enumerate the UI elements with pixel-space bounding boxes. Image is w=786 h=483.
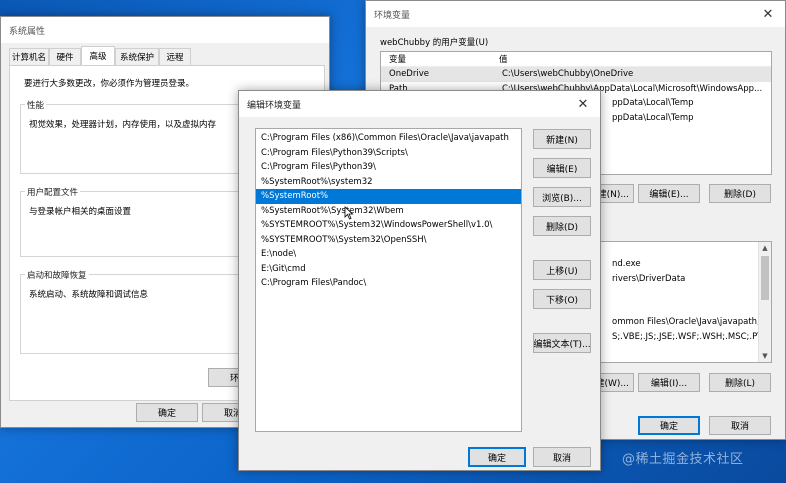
edit-button[interactable]: 编辑(E) xyxy=(533,158,591,178)
system-delete-button[interactable]: 删除(L) xyxy=(709,373,771,392)
system-properties-titlebar: 系统属性 xyxy=(1,17,329,43)
path-entry[interactable]: C:\Program Files\Python39\Scripts\ xyxy=(256,146,521,161)
path-entry[interactable]: %SystemRoot%\System32\Wbem xyxy=(256,204,521,219)
sys-props-ok-button[interactable]: 确定 xyxy=(136,403,198,422)
scroll-up-icon[interactable]: ▲ xyxy=(759,242,771,254)
close-icon[interactable]: ✕ xyxy=(566,91,600,117)
system-edit-button[interactable]: 编辑(I)... xyxy=(638,373,700,392)
startup-desc: 系统启动、系统故障和调试信息 xyxy=(29,290,149,300)
column-header-variable[interactable]: 变量 xyxy=(381,53,499,65)
tab-computer-name[interactable]: 计算机名 xyxy=(9,48,49,65)
tab-system-protection[interactable]: 系统保护 xyxy=(115,48,159,65)
user-vars-label: webChubby 的用户变量(U) xyxy=(380,38,489,48)
tab-advanced[interactable]: 高级 xyxy=(81,46,115,65)
profiles-desc: 与登录帐户相关的桌面设置 xyxy=(29,207,132,217)
scroll-down-icon[interactable]: ▼ xyxy=(759,350,771,362)
edit-text-button[interactable]: 编辑文本(T)... xyxy=(533,333,591,353)
path-entry[interactable]: C:\Program Files\Python39\ xyxy=(256,160,521,175)
path-entry-selected[interactable]: %SystemRoot% xyxy=(256,189,521,204)
environment-variables-title: 环境变量 xyxy=(374,10,411,21)
mouse-cursor-icon xyxy=(344,206,354,220)
user-var-row[interactable]: OneDrive C:\Users\webChubby\OneDrive xyxy=(381,67,771,82)
tab-hardware[interactable]: 硬件 xyxy=(49,48,81,65)
edit-env-ok-button[interactable]: 确定 xyxy=(468,447,526,467)
profiles-group-title: 用户配置文件 xyxy=(25,186,81,198)
system-vars-scrollbar[interactable]: ▲ ▼ xyxy=(758,242,771,362)
new-button[interactable]: 新建(N) xyxy=(533,129,591,149)
move-up-button[interactable]: 上移(U) xyxy=(533,260,591,280)
path-entry[interactable]: %SYSTEMROOT%\System32\OpenSSH\ xyxy=(256,233,521,248)
env-vars-ok-button[interactable]: 确定 xyxy=(638,416,700,435)
path-entry[interactable]: %SystemRoot%\system32 xyxy=(256,175,521,190)
user-delete-button[interactable]: 删除(D) xyxy=(709,184,771,203)
path-entry[interactable]: C:\Program Files\Pandoc\ xyxy=(256,276,521,291)
tab-remote[interactable]: 远程 xyxy=(159,48,191,65)
scroll-thumb[interactable] xyxy=(761,256,769,300)
edit-env-titlebar: 编辑环境变量 ✕ xyxy=(239,91,600,117)
user-vars-header: 变量 值 xyxy=(381,52,771,67)
system-properties-title: 系统属性 xyxy=(9,26,46,37)
admin-note: 要进行大多数更改，你必须作为管理员登录。 xyxy=(24,79,195,89)
startup-group-title: 启动和故障恢复 xyxy=(25,269,89,281)
path-entry[interactable]: C:\Program Files (x86)\Common Files\Orac… xyxy=(256,131,521,146)
edit-env-title: 编辑环境变量 xyxy=(247,100,302,111)
user-var-value: C:\Users\webChubby\OneDrive xyxy=(502,69,634,80)
performance-group-title: 性能 xyxy=(25,99,47,111)
user-edit-button[interactable]: 编辑(E)... xyxy=(638,184,700,203)
tab-strip: 计算机名 硬件 高级 系统保护 远程 xyxy=(9,46,325,65)
move-down-button[interactable]: 下移(O) xyxy=(533,289,591,309)
path-entry[interactable]: %SYSTEMROOT%\System32\WindowsPowerShell\… xyxy=(256,218,521,233)
edit-environment-variable-dialog: 编辑环境变量 ✕ C:\Program Files (x86)\Common F… xyxy=(238,90,601,471)
path-entries-list[interactable]: C:\Program Files (x86)\Common Files\Orac… xyxy=(255,128,522,432)
env-vars-cancel-button[interactable]: 取消 xyxy=(709,416,771,435)
edit-env-cancel-button[interactable]: 取消 xyxy=(533,447,591,467)
column-header-value[interactable]: 值 xyxy=(499,53,508,65)
watermark: @稀土掘金技术社区 xyxy=(622,452,744,467)
path-entry[interactable]: E:\node\ xyxy=(256,247,521,262)
path-entry[interactable]: E:\Git\cmd xyxy=(256,262,521,277)
close-icon[interactable]: ✕ xyxy=(751,1,785,27)
performance-desc: 视觉效果，处理器计划，内存使用，以及虚拟内存 xyxy=(29,120,217,130)
browse-button[interactable]: 浏览(B)... xyxy=(533,187,591,207)
environment-variables-titlebar: 环境变量 ✕ xyxy=(366,1,785,27)
user-var-name: OneDrive xyxy=(389,69,429,80)
delete-button[interactable]: 删除(D) xyxy=(533,216,591,236)
